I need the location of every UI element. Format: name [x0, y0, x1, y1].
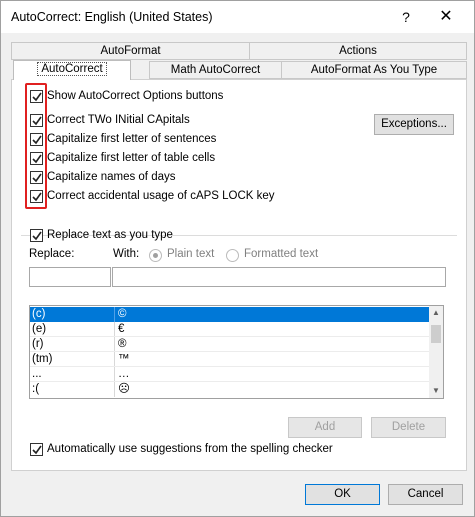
with-input[interactable]: [112, 267, 446, 287]
spelling-suggestions-label: Automatically use suggestions from the s…: [47, 443, 333, 455]
delete-button[interactable]: Delete: [371, 417, 446, 438]
entries-list[interactable]: (c) © (e) € (r) ® (tm) ™ ... … :( ☹ ▲ ▼: [29, 305, 444, 399]
replace-text-label: Replace text as you type: [47, 229, 173, 241]
replace-label: Replace:: [29, 248, 75, 260]
option-label: Capitalize first letter of sentences: [47, 133, 217, 145]
add-button[interactable]: Add: [288, 417, 362, 438]
list-item[interactable]: (e) €: [30, 322, 429, 337]
replace-input[interactable]: [29, 267, 111, 287]
exceptions-button[interactable]: Exceptions...: [374, 114, 454, 135]
option-label: Correct TWo INitial CApitals: [47, 114, 190, 126]
option-label: Capitalize first letter of table cells: [47, 152, 216, 164]
checkbox[interactable]: [30, 443, 43, 456]
tab-autoformat-as-you-type-label: AutoFormat As You Type: [310, 64, 438, 76]
title-bar[interactable]: AutoCorrect: English (United States) ? ✕: [1, 1, 474, 33]
tab-actions[interactable]: Actions: [249, 42, 467, 60]
check-icon: [32, 231, 42, 241]
cancel-button[interactable]: Cancel: [388, 484, 463, 505]
list-item[interactable]: (tm) ™: [30, 352, 429, 367]
ok-button[interactable]: OK: [305, 484, 380, 505]
with-label: With:: [113, 248, 140, 260]
tab-math-autocorrect[interactable]: Math AutoCorrect: [149, 61, 282, 79]
check-icon: [32, 445, 42, 455]
scroll-down-icon[interactable]: ▼: [429, 384, 443, 398]
close-button[interactable]: ✕: [431, 5, 461, 29]
tab-autoformat[interactable]: AutoFormat: [11, 42, 250, 60]
plain-text-label: Plain text: [167, 248, 215, 260]
autocorrect-dialog: AutoCorrect: English (United States) ? ✕…: [0, 0, 475, 517]
option-label: Show AutoCorrect Options buttons: [47, 90, 224, 102]
window-title: AutoCorrect: English (United States): [11, 10, 213, 24]
list-item[interactable]: (r) ®: [30, 337, 429, 352]
plain-text-radio[interactable]: [149, 249, 162, 262]
formatted-text-label: Formatted text: [244, 248, 319, 260]
list-item[interactable]: :( ☹: [30, 382, 429, 397]
tab-actions-label: Actions: [339, 45, 377, 57]
help-button[interactable]: ?: [393, 5, 419, 29]
tab-autoformat-as-you-type[interactable]: AutoFormat As You Type: [281, 61, 467, 79]
formatted-text-radio[interactable]: [226, 249, 239, 262]
highlight-annotation: [25, 83, 47, 209]
scroll-up-icon[interactable]: ▲: [429, 306, 443, 320]
option-label: Correct accidental usage of cAPS LOCK ke…: [47, 190, 275, 202]
list-item[interactable]: (c) ©: [30, 307, 429, 322]
scroll-thumb[interactable]: [431, 325, 441, 343]
list-scrollbar[interactable]: ▲ ▼: [429, 306, 443, 398]
tab-math-autocorrect-label: Math AutoCorrect: [170, 64, 261, 76]
tab-autocorrect[interactable]: AutoCorrect: [13, 60, 131, 80]
option-label: Capitalize names of days: [47, 171, 176, 183]
replace-text-checkbox-row[interactable]: Replace text as you type: [30, 228, 173, 244]
tab-autoformat-label: AutoFormat: [100, 45, 161, 57]
list-item[interactable]: ... …: [30, 367, 429, 382]
tab-autocorrect-label: AutoCorrect: [37, 62, 107, 76]
checkbox[interactable]: [30, 229, 43, 242]
